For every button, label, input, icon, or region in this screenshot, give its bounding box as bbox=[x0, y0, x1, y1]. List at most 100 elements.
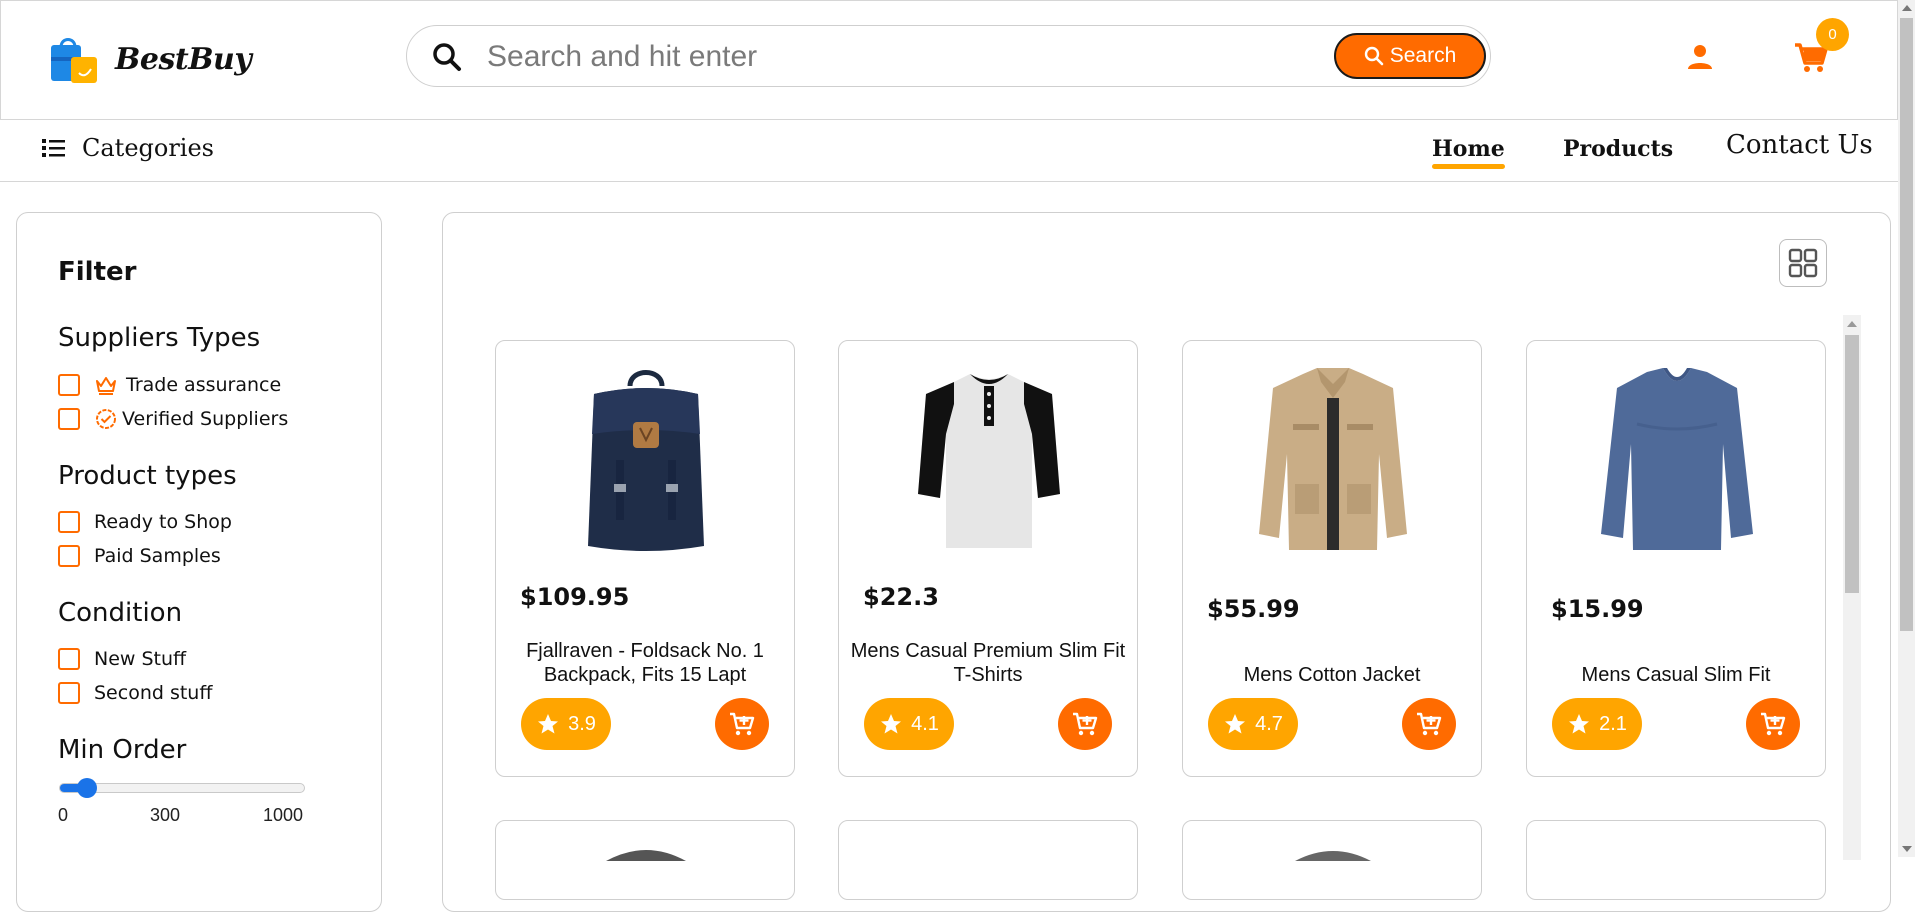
filter-option-paid-samples[interactable]: Paid Samples bbox=[58, 545, 221, 567]
product-card[interactable] bbox=[1182, 820, 1482, 900]
paid-samples-checkbox[interactable] bbox=[58, 545, 80, 567]
product-card[interactable] bbox=[838, 820, 1138, 900]
scroll-up-arrow-icon[interactable] bbox=[1902, 5, 1912, 11]
product-image-long-sleeve-tee[interactable] bbox=[1577, 361, 1777, 561]
product-price: $22.3 bbox=[863, 583, 939, 611]
categories-menu[interactable]: Categories bbox=[42, 134, 214, 162]
product-card[interactable]: $22.3 Mens Casual Premium Slim Fit T-Shi… bbox=[838, 340, 1138, 777]
ready-to-shop-checkbox[interactable] bbox=[58, 511, 80, 533]
verified-suppliers-checkbox[interactable] bbox=[58, 408, 80, 430]
nav-link-contact-us[interactable]: Contact Us bbox=[1726, 130, 1873, 160]
ready-to-shop-label: Ready to Shop bbox=[94, 511, 232, 533]
shopping-bag-icon bbox=[49, 33, 101, 85]
add-to-cart-button[interactable] bbox=[715, 698, 769, 750]
slider-tick-min: 0 bbox=[58, 805, 69, 825]
cart-count-badge: 0 bbox=[1816, 18, 1849, 51]
search-button-label: Search bbox=[1389, 44, 1457, 67]
condition-title: Condition bbox=[58, 598, 183, 628]
add-to-cart-button[interactable] bbox=[1402, 698, 1456, 750]
product-card[interactable] bbox=[495, 820, 795, 900]
product-name[interactable]: Mens Casual Premium Slim Fit T-Shirts bbox=[841, 639, 1135, 687]
slider-tick-mid: 300 bbox=[150, 805, 181, 825]
filter-panel: Filter Suppliers Types Trade assurance V… bbox=[16, 212, 382, 912]
product-image bbox=[1295, 851, 1371, 861]
add-to-cart-button[interactable] bbox=[1746, 698, 1800, 750]
suppliers-types-title: Suppliers Types bbox=[58, 323, 261, 353]
search-icon bbox=[433, 43, 461, 71]
search-icon bbox=[1364, 46, 1384, 66]
brand-name: BestBuy bbox=[115, 41, 252, 77]
trade-assurance-label: Trade assurance bbox=[126, 374, 282, 396]
categories-label: Categories bbox=[82, 134, 214, 162]
star-icon bbox=[1569, 714, 1590, 734]
add-to-cart-icon bbox=[730, 712, 755, 736]
new-stuff-checkbox[interactable] bbox=[58, 648, 80, 670]
nav-link-products[interactable]: Products bbox=[1563, 136, 1673, 162]
product-rating-value: 2.1 bbox=[1599, 712, 1627, 735]
add-to-cart-icon bbox=[1761, 712, 1786, 736]
product-image-backpack[interactable] bbox=[546, 361, 746, 561]
scroll-down-arrow-icon[interactable] bbox=[1902, 846, 1912, 852]
search-input[interactable] bbox=[487, 38, 1327, 76]
brand-logo[interactable]: BestBuy bbox=[49, 33, 252, 85]
product-card[interactable]: $109.95 Fjallraven - Foldsack No. 1 Back… bbox=[495, 340, 795, 777]
product-price: $109.95 bbox=[520, 583, 630, 611]
filter-option-trade-assurance[interactable]: Trade assurance bbox=[58, 373, 281, 397]
filter-title: Filter bbox=[58, 257, 137, 287]
product-types-title: Product types bbox=[58, 461, 237, 491]
products-scrollbar[interactable] bbox=[1843, 315, 1861, 860]
filter-option-ready-to-shop[interactable]: Ready to Shop bbox=[58, 511, 232, 533]
product-rating-value: 3.9 bbox=[568, 712, 596, 735]
product-rating-badge: 2.1 bbox=[1552, 698, 1642, 750]
crown-icon bbox=[96, 377, 116, 395]
add-to-cart-icon bbox=[1417, 712, 1442, 736]
product-name[interactable]: Fjallraven - Foldsack No. 1 Backpack, Fi… bbox=[498, 639, 792, 687]
product-price: $55.99 bbox=[1207, 595, 1300, 623]
min-order-slider[interactable] bbox=[59, 778, 305, 798]
add-to-cart-button[interactable] bbox=[1058, 698, 1112, 750]
product-card[interactable]: $55.99 Mens Cotton Jacket 4.7 bbox=[1182, 340, 1482, 777]
product-name[interactable]: Mens Casual Slim Fit bbox=[1529, 663, 1823, 687]
nav-link-home[interactable]: Home bbox=[1432, 136, 1505, 169]
slider-handle[interactable] bbox=[77, 778, 98, 798]
scrollbar-thumb[interactable] bbox=[1845, 335, 1859, 593]
paid-samples-label: Paid Samples bbox=[94, 545, 221, 567]
filter-option-verified-suppliers[interactable]: Verified Suppliers bbox=[58, 407, 288, 431]
user-account-icon[interactable] bbox=[1684, 41, 1716, 73]
site-header: BestBuy Search 0 bbox=[0, 0, 1898, 120]
product-image-cotton-jacket[interactable] bbox=[1233, 361, 1433, 561]
filter-option-second-stuff[interactable]: Second stuff bbox=[58, 682, 212, 704]
product-rating-value: 4.1 bbox=[911, 712, 939, 735]
new-stuff-label: New Stuff bbox=[94, 648, 187, 670]
verified-suppliers-label: Verified Suppliers bbox=[122, 408, 289, 430]
trade-assurance-checkbox[interactable] bbox=[58, 374, 80, 396]
product-rating-badge: 4.1 bbox=[864, 698, 954, 750]
page-scrollbar[interactable] bbox=[1898, 0, 1915, 857]
product-rating-badge: 3.9 bbox=[521, 698, 611, 750]
main-nav: Categories Home Products Contact Us bbox=[0, 120, 1898, 182]
list-icon bbox=[42, 139, 65, 157]
grid-view-icon bbox=[1788, 248, 1818, 278]
search-button[interactable]: Search bbox=[1334, 33, 1486, 79]
star-icon bbox=[881, 714, 902, 734]
filter-option-new-stuff[interactable]: New Stuff bbox=[58, 648, 186, 670]
verified-badge-icon bbox=[96, 409, 116, 429]
product-card[interactable] bbox=[1526, 820, 1826, 900]
product-rating-badge: 4.7 bbox=[1208, 698, 1298, 750]
grid-view-toggle[interactable] bbox=[1779, 239, 1827, 287]
star-icon bbox=[538, 714, 559, 734]
product-card[interactable]: $15.99 Mens Casual Slim Fit 2.1 bbox=[1526, 340, 1826, 777]
add-to-cart-icon bbox=[1073, 712, 1098, 736]
product-rating-value: 4.7 bbox=[1255, 712, 1283, 735]
product-image bbox=[606, 850, 686, 861]
product-price: $15.99 bbox=[1551, 595, 1644, 623]
min-order-title: Min Order bbox=[58, 735, 187, 765]
product-image-henley-shirt[interactable] bbox=[889, 361, 1089, 561]
product-name[interactable]: Mens Cotton Jacket bbox=[1185, 663, 1479, 687]
second-stuff-checkbox[interactable] bbox=[58, 682, 80, 704]
second-stuff-label: Second stuff bbox=[94, 682, 213, 704]
scroll-up-arrow-icon[interactable] bbox=[1847, 321, 1857, 327]
star-icon bbox=[1225, 714, 1246, 734]
page-scrollbar-thumb[interactable] bbox=[1900, 18, 1913, 631]
search-bar: Search bbox=[406, 25, 1491, 87]
